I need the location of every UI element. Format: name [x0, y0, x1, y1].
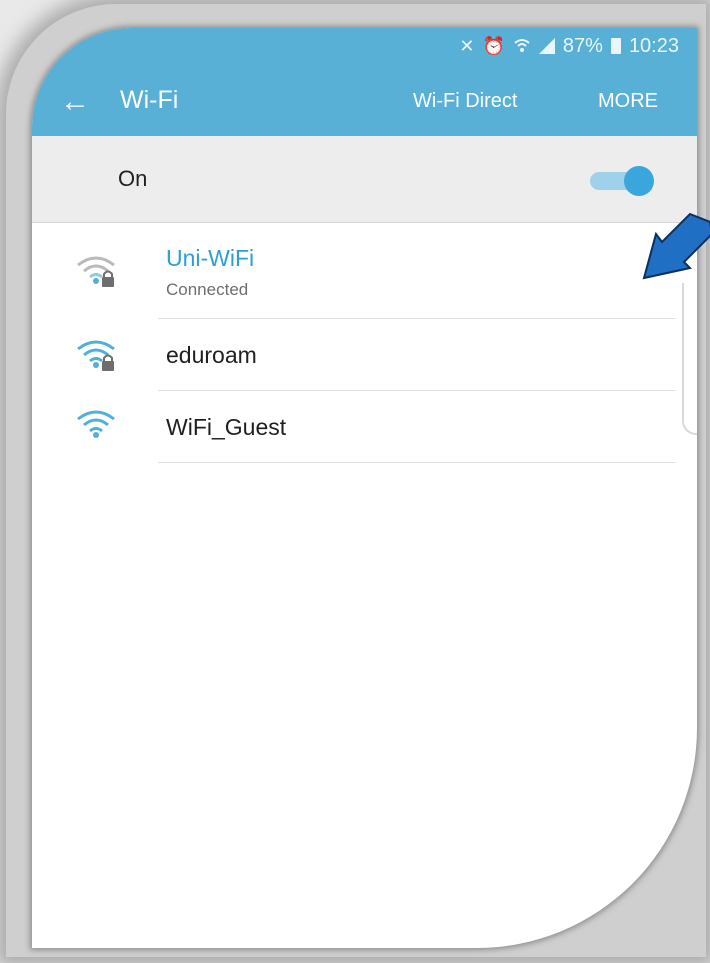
wifi-direct-button[interactable]: Wi-Fi Direct — [413, 90, 517, 113]
network-name: WiFi_Guest — [166, 414, 287, 440]
toolbar: ← Wi-Fi Wi-Fi Direct MORE — [32, 80, 697, 126]
annotation-arrow-icon — [642, 212, 710, 280]
signal-icon — [538, 38, 555, 54]
wifi-open-icon — [77, 410, 115, 438]
network-item-wifi-guest[interactable]: WiFi_Guest — [32, 391, 697, 463]
screenshot-frame: ✕ ⏰ 87% 10:23 ← Wi-Fi Wi-Fi Direct MORE — [0, 0, 710, 963]
wifi-locked-icon — [77, 256, 115, 287]
network-item-eduroam[interactable]: eduroam — [32, 319, 697, 391]
arrow-left-icon[interactable]: ← — [60, 84, 90, 120]
divider — [158, 462, 675, 463]
scroll-edge — [682, 283, 697, 435]
wifi-locked-icon — [77, 340, 115, 371]
more-button[interactable]: MORE — [598, 90, 658, 113]
wifi-switch[interactable] — [590, 166, 660, 196]
switch-knob — [624, 166, 654, 196]
clock: 10:23 — [628, 34, 679, 57]
phone-screen: ✕ ⏰ 87% 10:23 ← Wi-Fi Wi-Fi Direct MORE — [32, 28, 697, 948]
app-bar: ✕ ⏰ 87% 10:23 ← Wi-Fi Wi-Fi Direct MORE — [32, 28, 697, 136]
battery-icon — [610, 38, 621, 54]
battery-percent: 87% — [562, 34, 603, 57]
mute-icon: ✕ — [459, 36, 475, 56]
wifi-toggle-row[interactable]: On — [32, 136, 697, 223]
status-bar: ✕ ⏰ 87% 10:23 — [459, 32, 679, 60]
network-status: Connected — [166, 280, 249, 299]
network-name: Uni-WiFi — [166, 245, 255, 271]
wifi-status-icon — [514, 39, 530, 52]
alarm-icon: ⏰ — [482, 36, 505, 56]
toggle-label: On — [118, 166, 148, 191]
network-name: eduroam — [166, 342, 257, 368]
network-item-uni-wifi[interactable]: Uni-WiFi Connected — [32, 223, 697, 319]
page-title: Wi-Fi — [120, 86, 179, 114]
